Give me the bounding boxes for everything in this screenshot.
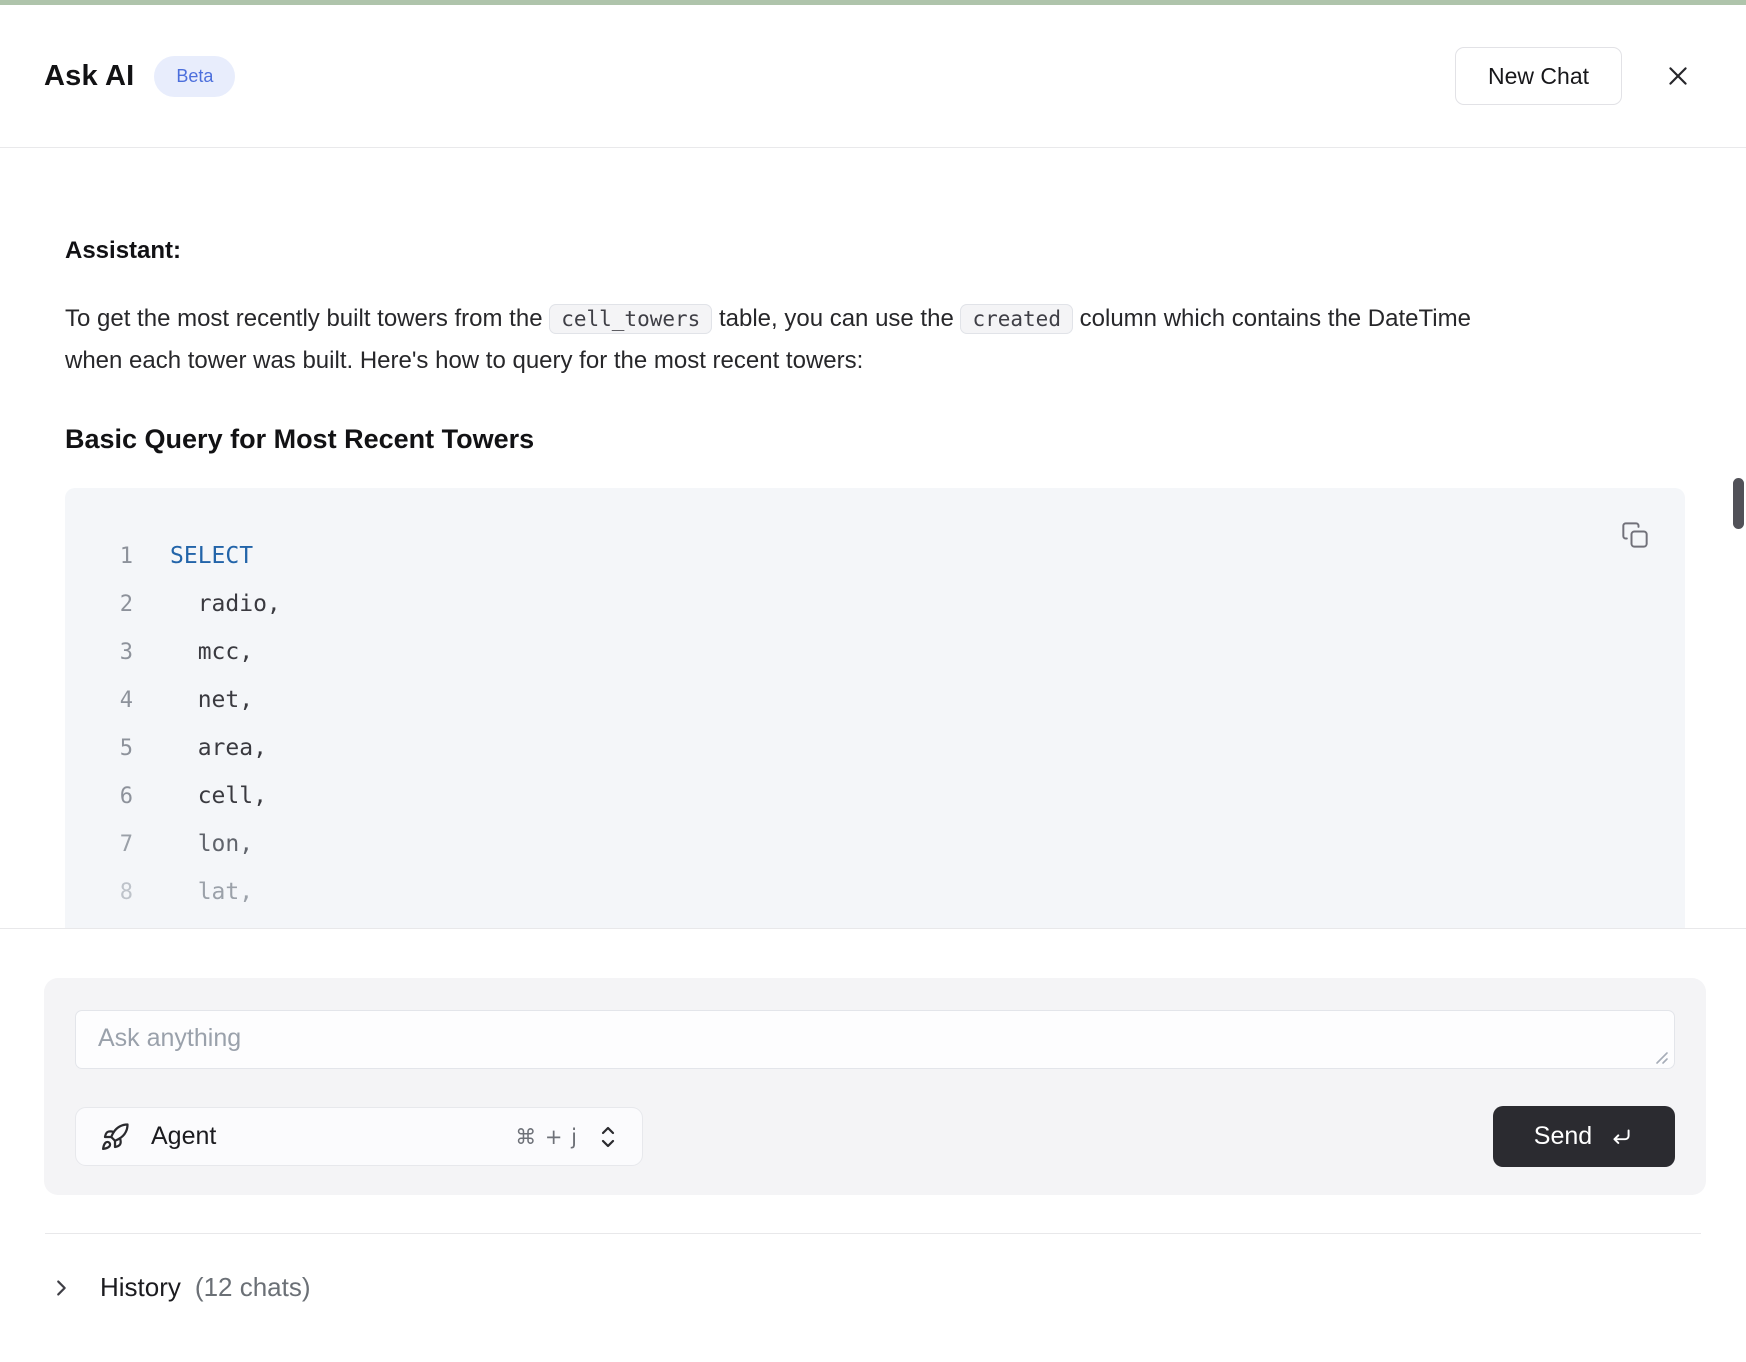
code-text: radio, [133, 591, 281, 617]
composer-panel: Agent ⌘ + j Send [44, 978, 1706, 1195]
history-toggle[interactable]: History (12 chats) [50, 1272, 311, 1303]
assistant-paragraph: To get the most recently built towers fr… [65, 298, 1497, 381]
code-text: mcc, [133, 639, 253, 665]
copy-icon [1621, 521, 1649, 549]
mode-selector[interactable]: Agent ⌘ + j [75, 1107, 643, 1166]
code-text: SELECT [133, 543, 253, 569]
line-number: 8 [65, 880, 133, 905]
panel-header: Ask AI Beta New Chat [0, 5, 1746, 148]
send-label: Send [1534, 1122, 1592, 1151]
rocket-icon [100, 1122, 130, 1152]
assistant-role-label: Assistant: [65, 237, 1685, 265]
code-line: 2 radio, [65, 580, 1685, 628]
keyboard-shortcut: ⌘ + j [515, 1125, 578, 1149]
code-line: 4 net, [65, 676, 1685, 724]
code-text: area, [133, 735, 267, 761]
code-line: 5 area, [65, 724, 1685, 772]
code-text: lat, [133, 879, 253, 905]
code-line: 1 SELECT [65, 532, 1685, 580]
divider [0, 928, 1746, 929]
code-text: net, [133, 687, 253, 713]
code-line: 6 cell, [65, 772, 1685, 820]
code-line: 7 lon, [65, 820, 1685, 868]
history-label: History [100, 1272, 181, 1303]
line-number: 1 [65, 544, 133, 569]
chat-message-area: Assistant: To get the most recently buil… [0, 149, 1746, 928]
mode-label: Agent [151, 1122, 216, 1151]
code-line: 9 range, [65, 916, 1685, 928]
close-button[interactable] [1658, 56, 1698, 96]
line-number: 4 [65, 688, 133, 713]
section-heading: Basic Query for Most Recent Towers [65, 424, 1685, 455]
paragraph-text: To get the most recently built towers fr… [65, 305, 549, 332]
close-icon [1665, 63, 1691, 89]
chevron-up-down-icon [596, 1123, 620, 1151]
sql-code-block: 1 SELECT 2 radio, 3 mcc, 4 net, 5 area, … [65, 488, 1685, 928]
history-count: (12 chats) [195, 1272, 311, 1303]
chevron-right-icon [50, 1277, 72, 1299]
code-text: cell, [133, 783, 267, 809]
ask-input[interactable] [75, 1010, 1675, 1069]
line-number: 6 [65, 784, 133, 809]
inline-code-created: created [960, 304, 1073, 334]
ask-ai-panel: Ask AI Beta New Chat Assistant: To get t… [0, 0, 1746, 1362]
scrollbar-thumb[interactable] [1733, 478, 1744, 529]
line-number: 5 [65, 736, 133, 761]
line-number: 3 [65, 640, 133, 665]
line-number: 2 [65, 592, 133, 617]
send-button[interactable]: Send [1493, 1106, 1675, 1167]
code-text: lon, [133, 831, 253, 857]
inline-code-cell-towers: cell_towers [549, 304, 712, 334]
panel-title: Ask AI [44, 60, 134, 93]
paragraph-text: table, you can use the [712, 305, 960, 332]
new-chat-button[interactable]: New Chat [1455, 47, 1622, 105]
code-line: 3 mcc, [65, 628, 1685, 676]
line-number: 7 [65, 832, 133, 857]
copy-code-button[interactable] [1619, 519, 1651, 551]
code-line: 8 lat, [65, 868, 1685, 916]
divider [45, 1233, 1701, 1234]
beta-badge: Beta [154, 56, 235, 97]
return-key-icon [1608, 1124, 1634, 1150]
